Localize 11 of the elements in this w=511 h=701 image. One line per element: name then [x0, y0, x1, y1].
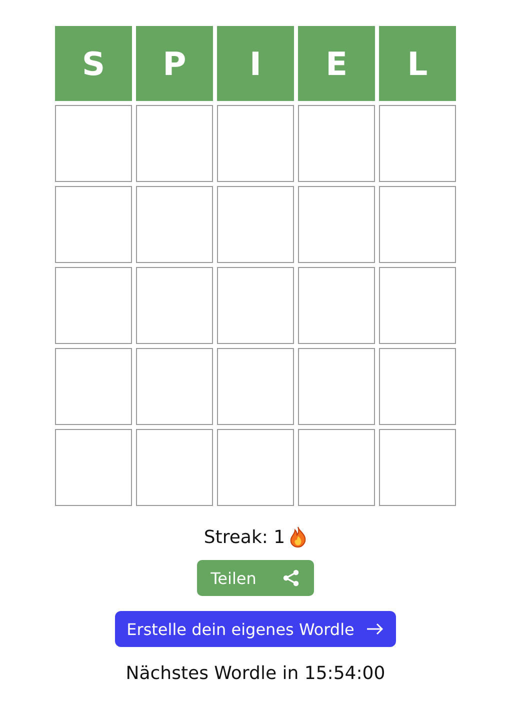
letter-tile: I	[217, 26, 294, 101]
letter-tile: L	[379, 26, 456, 101]
create-wordle-button[interactable]: Erstelle dein eigenes Wordle	[114, 611, 396, 647]
letter-tile: E	[298, 26, 375, 101]
letter-tile: S	[55, 26, 132, 101]
arrow-right-icon	[366, 623, 384, 635]
letter-tile: P	[136, 26, 213, 101]
next-wordle-text: Nächstes Wordle in 15:54:00	[126, 663, 386, 684]
streak-text: Streak: 1	[204, 526, 286, 548]
share-icon	[282, 569, 300, 587]
flame-icon	[289, 526, 308, 548]
